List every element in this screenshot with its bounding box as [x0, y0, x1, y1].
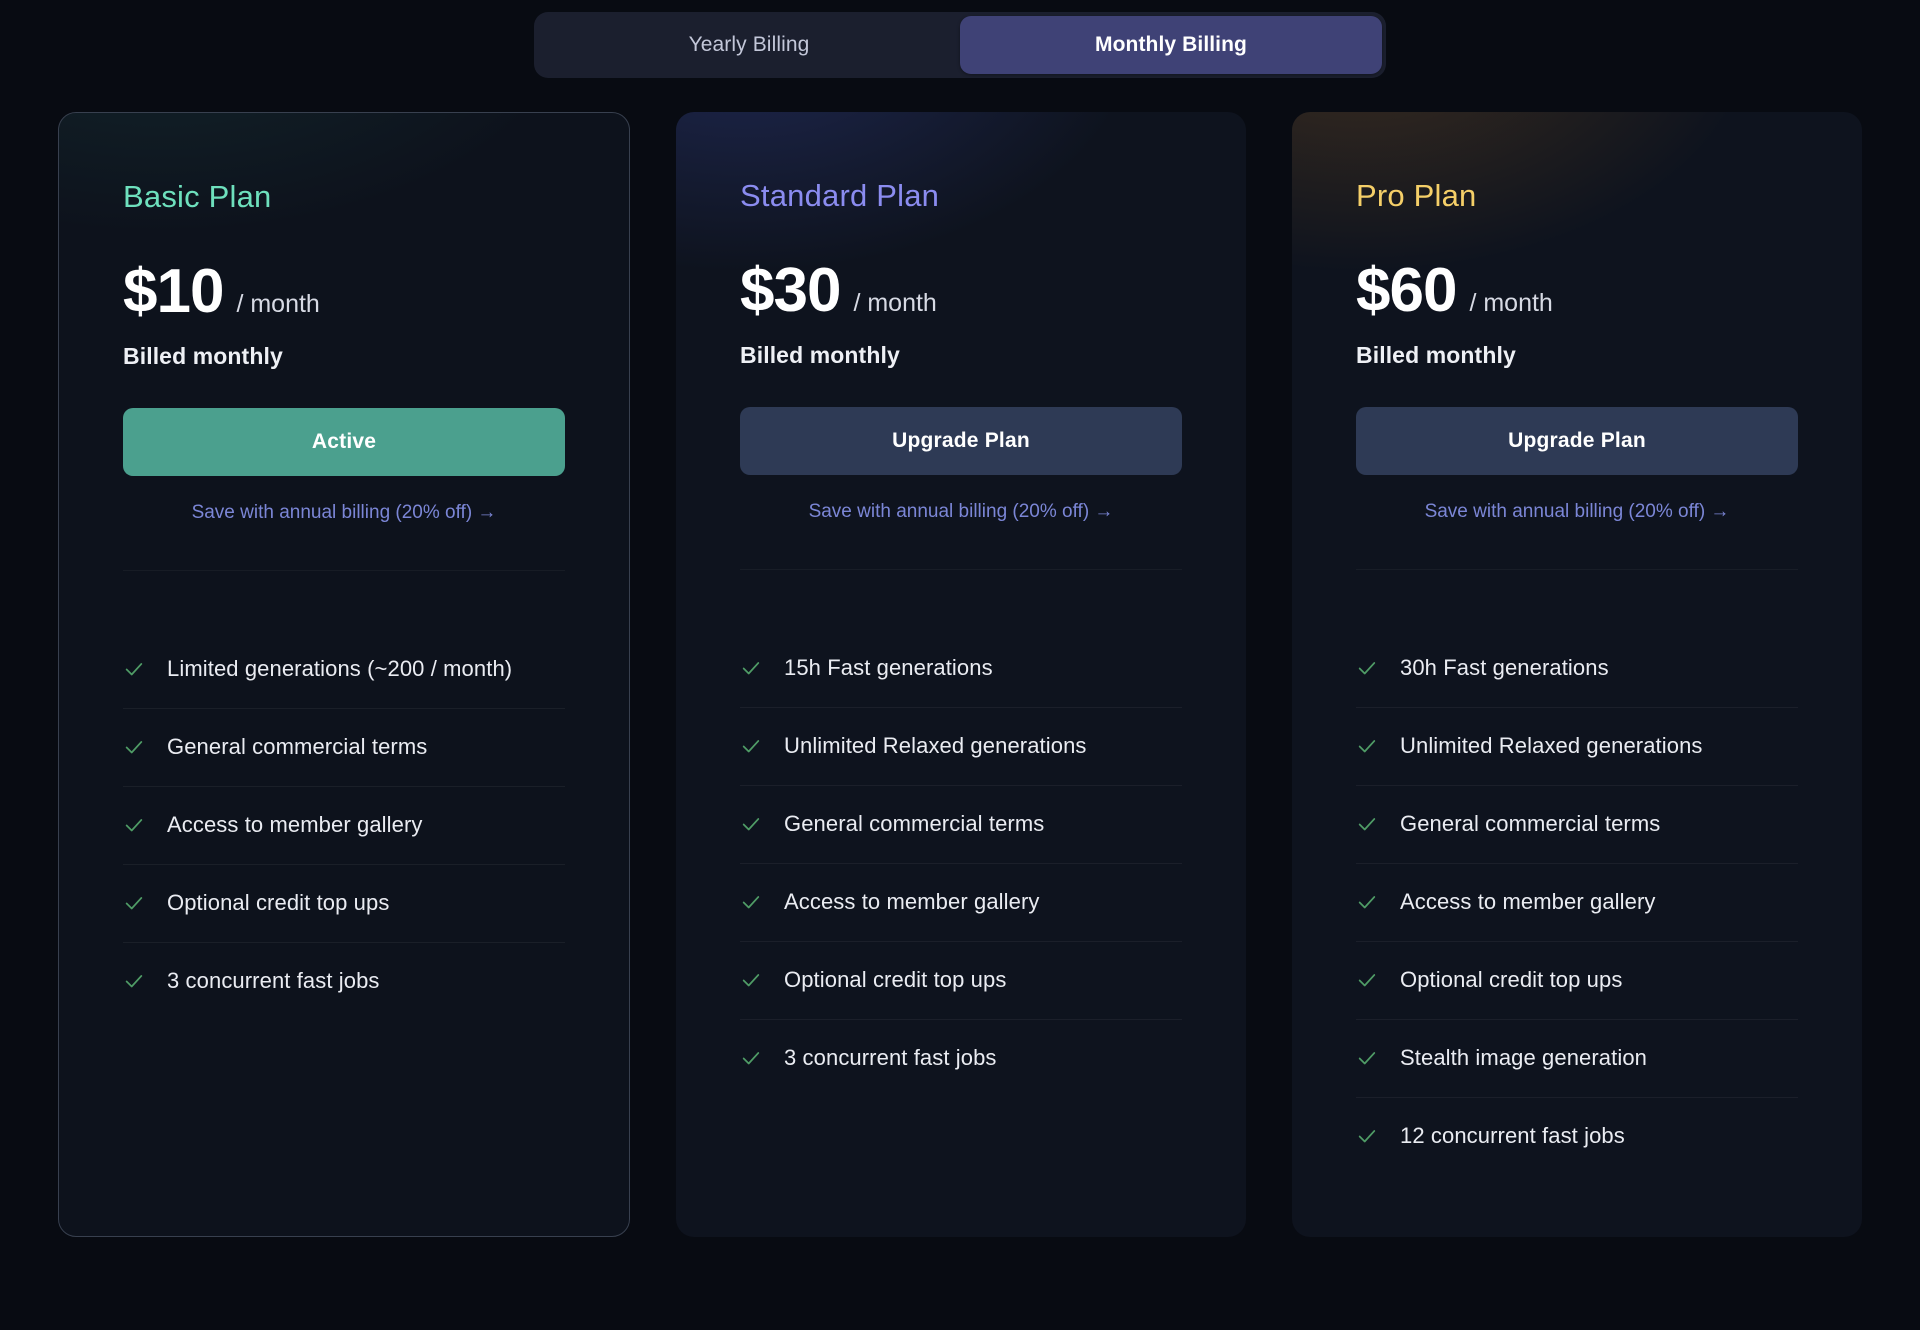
feature-label: Access to member gallery — [784, 889, 1040, 914]
feature-label: Access to member gallery — [1400, 889, 1656, 914]
price-row-pro: $60 / month — [1356, 260, 1798, 322]
plan-cta-standard[interactable]: Upgrade Plan — [740, 407, 1182, 475]
feature-item: Stealth image generation — [1356, 1020, 1798, 1098]
feature-label: 3 concurrent fast jobs — [167, 968, 380, 993]
annual-billing-link-basic[interactable]: Save with annual billing (20% off) → — [123, 502, 565, 524]
check-icon — [125, 741, 143, 754]
feature-item: Optional credit top ups — [123, 865, 565, 943]
billed-note-standard: Billed monthly — [740, 342, 900, 368]
feature-list-standard: 15h Fast generations Unlimited Relaxed g… — [676, 570, 1246, 1097]
feature-item: General commercial terms — [123, 709, 565, 787]
check-icon — [1358, 1130, 1376, 1143]
check-icon — [125, 819, 143, 832]
feature-label: General commercial terms — [1400, 811, 1661, 836]
feature-item: 15h Fast generations — [740, 630, 1182, 708]
feature-label: 12 concurrent fast jobs — [1400, 1123, 1625, 1148]
check-icon — [1358, 740, 1376, 753]
plan-name-pro: Pro Plan — [1356, 178, 1477, 213]
price-row-standard: $30 / month — [740, 260, 1182, 322]
plan-period-standard: / month — [853, 289, 937, 317]
billing-toggle-container: Yearly Billing Monthly Billing — [0, 0, 1920, 78]
feature-label: Optional credit top ups — [1400, 967, 1623, 992]
check-icon — [1358, 818, 1376, 831]
feature-label: Limited generations (~200 / month) — [167, 656, 513, 681]
feature-item: Limited generations (~200 / month) — [123, 631, 565, 709]
plan-cta-basic[interactable]: Active — [123, 408, 565, 476]
tab-monthly-billing[interactable]: Monthly Billing — [960, 16, 1382, 74]
feature-item: Access to member gallery — [1356, 864, 1798, 942]
feature-item: Unlimited Relaxed generations — [1356, 708, 1798, 786]
feature-label: Unlimited Relaxed generations — [784, 733, 1087, 758]
plan-cta-pro[interactable]: Upgrade Plan — [1356, 407, 1798, 475]
feature-item: Optional credit top ups — [1356, 942, 1798, 1020]
feature-list-pro: 30h Fast generations Unlimited Relaxed g… — [1292, 570, 1862, 1175]
plan-price-pro: $60 — [1356, 256, 1457, 325]
feature-label: 30h Fast generations — [1400, 655, 1609, 680]
annual-billing-link-pro[interactable]: Save with annual billing (20% off) → — [1356, 501, 1798, 523]
check-icon — [125, 663, 143, 676]
feature-label: Stealth image generation — [1400, 1045, 1648, 1070]
feature-item: Unlimited Relaxed generations — [740, 708, 1182, 786]
plan-name-standard: Standard Plan — [740, 178, 940, 213]
feature-item: 12 concurrent fast jobs — [1356, 1098, 1798, 1175]
feature-item: 30h Fast generations — [1356, 630, 1798, 708]
feature-label: Access to member gallery — [167, 812, 423, 837]
check-icon — [742, 662, 760, 675]
plan-card-pro[interactable]: Pro Plan $60 / month Billed monthly Upgr… — [1292, 112, 1862, 1237]
price-row-basic: $10 / month — [123, 261, 565, 323]
annual-billing-link-standard[interactable]: Save with annual billing (20% off) → — [740, 501, 1182, 523]
feature-item: Access to member gallery — [740, 864, 1182, 942]
feature-label: Optional credit top ups — [167, 890, 390, 915]
feature-label: 3 concurrent fast jobs — [784, 1045, 997, 1070]
plan-period-basic: / month — [236, 290, 320, 318]
check-icon — [742, 896, 760, 909]
check-icon — [125, 975, 143, 988]
check-icon — [1358, 896, 1376, 909]
feature-label: General commercial terms — [784, 811, 1045, 836]
feature-item: 3 concurrent fast jobs — [123, 943, 565, 1020]
check-icon — [1358, 662, 1376, 675]
feature-label: 15h Fast generations — [784, 655, 993, 680]
plan-period-pro: / month — [1469, 289, 1553, 317]
pricing-cards-row: Basic Plan $10 / month Billed monthly Ac… — [0, 112, 1920, 1237]
check-icon — [742, 818, 760, 831]
feature-item: General commercial terms — [1356, 786, 1798, 864]
billing-toggle[interactable]: Yearly Billing Monthly Billing — [534, 12, 1386, 78]
plan-card-basic[interactable]: Basic Plan $10 / month Billed monthly Ac… — [58, 112, 630, 1237]
check-icon — [125, 897, 143, 910]
feature-label: General commercial terms — [167, 734, 428, 759]
billed-note-basic: Billed monthly — [123, 343, 283, 369]
plan-price-basic: $10 — [123, 257, 224, 326]
billed-note-pro: Billed monthly — [1356, 342, 1516, 368]
feature-label: Optional credit top ups — [784, 967, 1007, 992]
check-icon — [1358, 1052, 1376, 1065]
plan-card-standard[interactable]: Standard Plan $30 / month Billed monthly… — [676, 112, 1246, 1237]
feature-item: General commercial terms — [740, 786, 1182, 864]
tab-yearly-billing[interactable]: Yearly Billing — [538, 16, 960, 74]
feature-label: Unlimited Relaxed generations — [1400, 733, 1703, 758]
check-icon — [742, 974, 760, 987]
feature-item: Optional credit top ups — [740, 942, 1182, 1020]
feature-item: 3 concurrent fast jobs — [740, 1020, 1182, 1097]
check-icon — [742, 1052, 760, 1065]
check-icon — [1358, 974, 1376, 987]
feature-list-basic: Limited generations (~200 / month) Gener… — [59, 571, 629, 1020]
feature-item: Access to member gallery — [123, 787, 565, 865]
plan-price-standard: $30 — [740, 256, 841, 325]
plan-name-basic: Basic Plan — [123, 179, 272, 214]
check-icon — [742, 740, 760, 753]
